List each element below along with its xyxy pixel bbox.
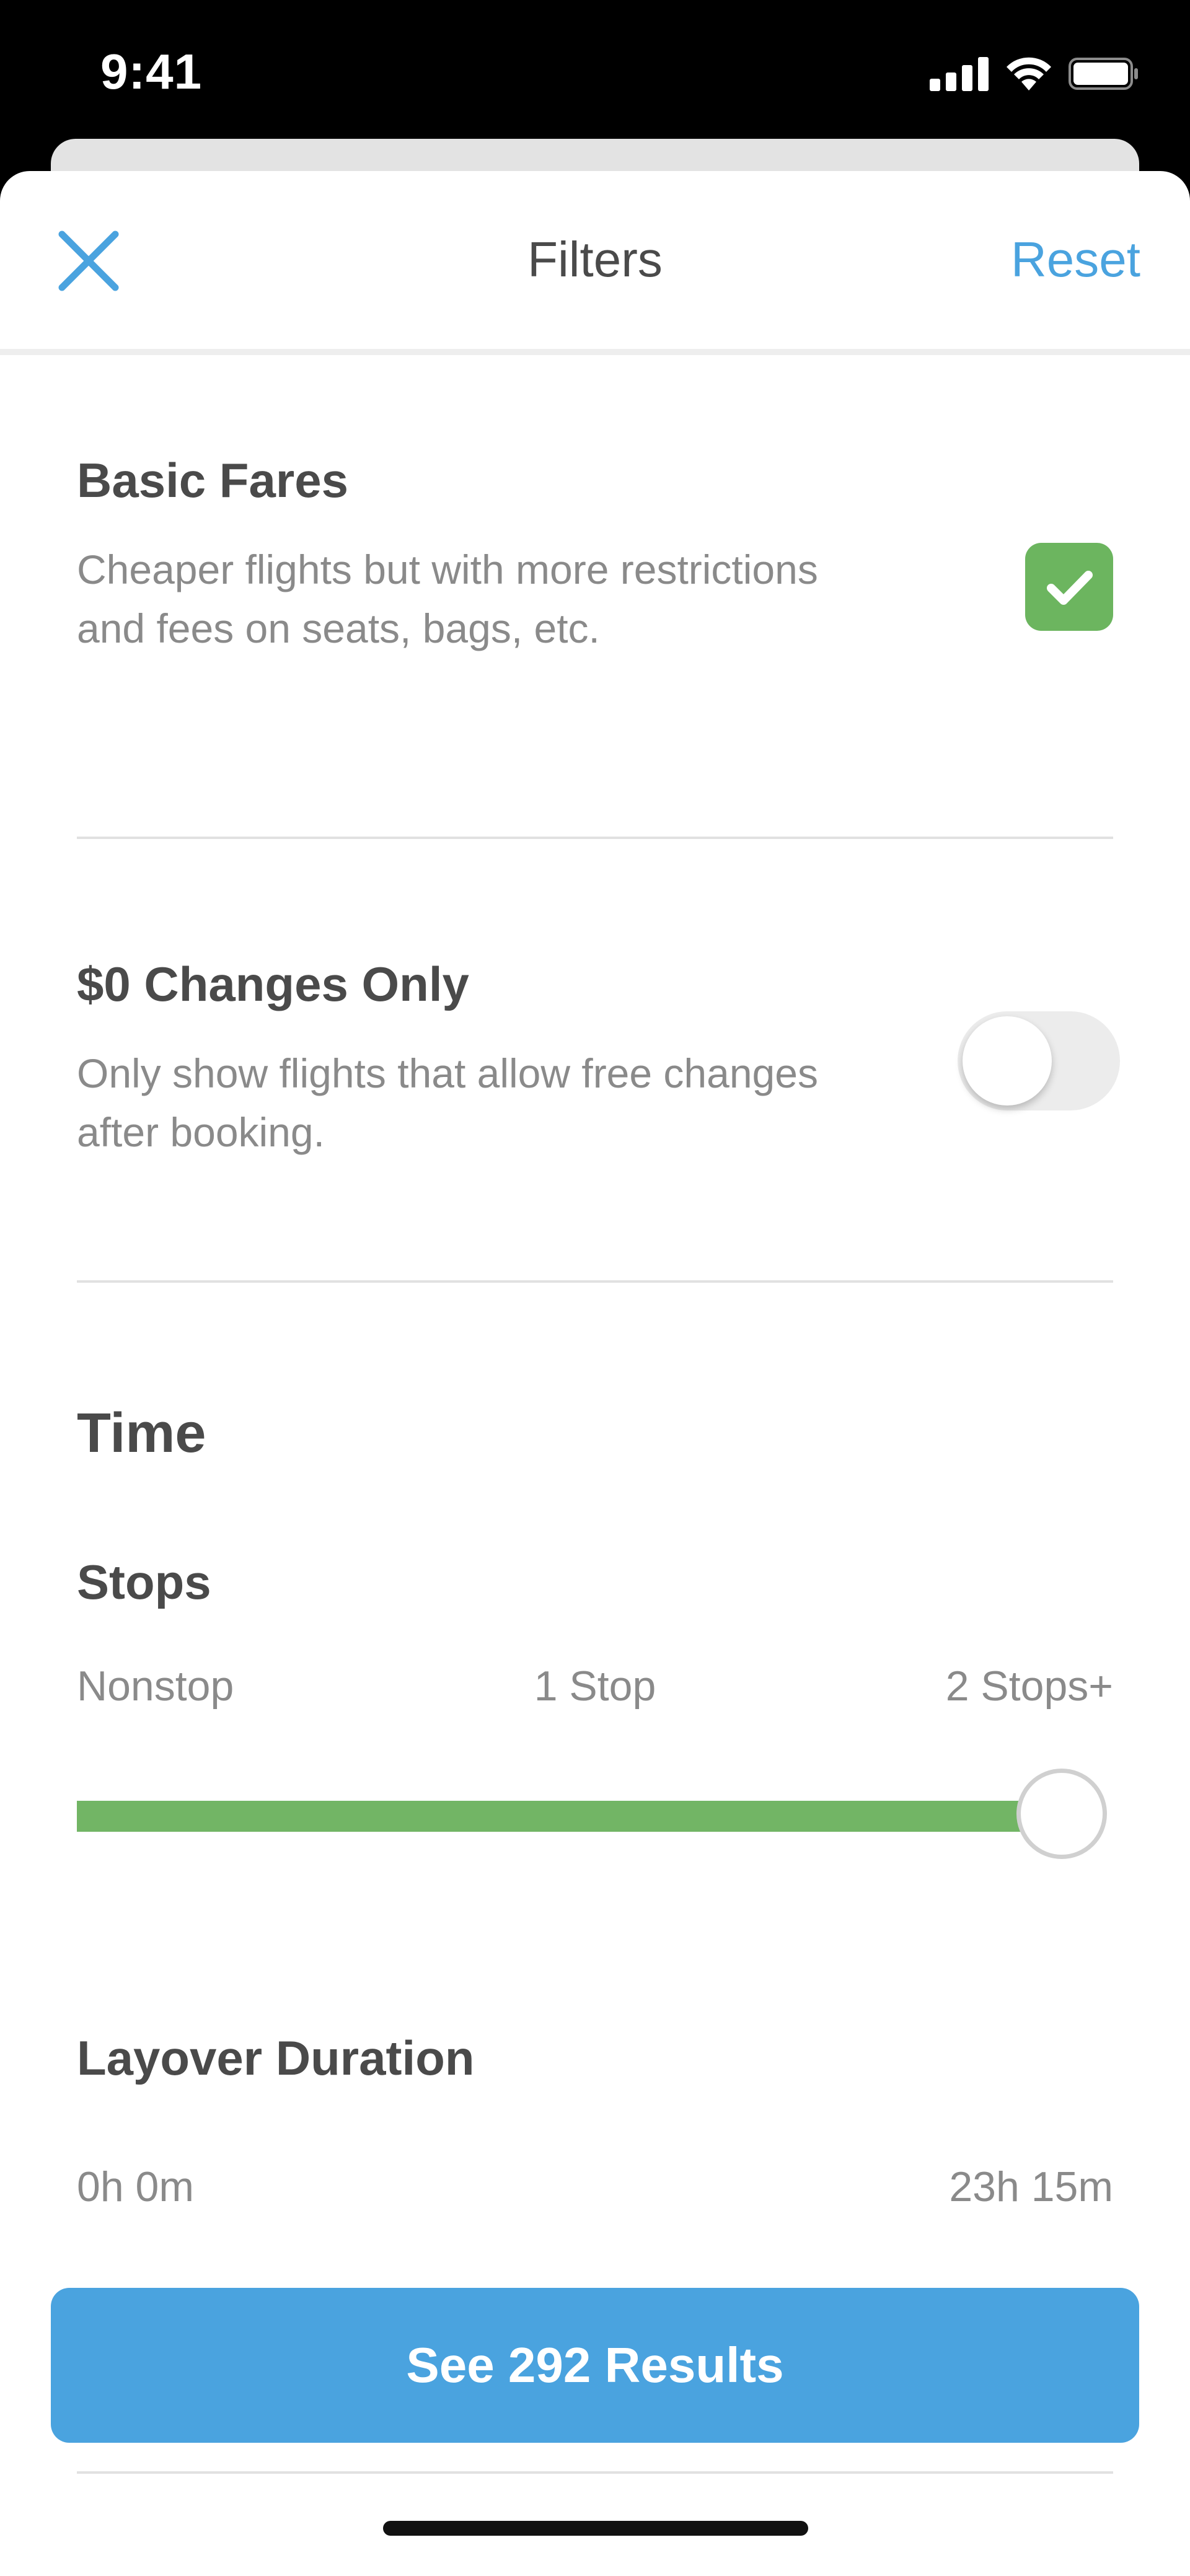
- zero-changes-toggle[interactable]: [958, 1011, 1120, 1110]
- reset-button[interactable]: Reset: [992, 231, 1140, 288]
- basic-fares-checkbox[interactable]: [1025, 543, 1113, 631]
- zero-changes-description: Only show flights that allow free change…: [77, 1050, 818, 1155]
- basic-fares-description: Cheaper flights but with more restrictio…: [77, 547, 818, 651]
- time-section-title: Time: [77, 1402, 206, 1464]
- stops-title: Stops: [77, 1555, 211, 1609]
- checkmark-icon: [1047, 571, 1093, 605]
- zero-changes-title: $0 Changes Only: [77, 957, 469, 1011]
- header-divider: [0, 349, 1190, 355]
- status-time: 9:41: [100, 44, 203, 99]
- stop-label-nonstop: Nonstop: [77, 1663, 234, 1710]
- toggle-knob: [963, 1016, 1052, 1106]
- layover-title: Layover Duration: [77, 2031, 475, 2085]
- section-divider: [77, 1280, 1113, 1283]
- layover-max-label: 23h 15m: [949, 2163, 1113, 2210]
- stop-label-two-plus: 2 Stops+: [945, 1663, 1113, 1710]
- header: Filters Reset: [0, 171, 1190, 351]
- layover-min-label: 0h 0m: [77, 2163, 194, 2210]
- stop-label-one: 1 Stop: [534, 1663, 656, 1710]
- filters-sheet: Filters Reset Basic Fares Cheaper flight…: [0, 171, 1190, 2576]
- section-divider: [77, 837, 1113, 839]
- basic-fares-title: Basic Fares: [77, 453, 348, 508]
- see-results-button[interactable]: See 292 Results: [51, 2288, 1139, 2443]
- stops-slider-track[interactable]: [77, 1801, 1062, 1832]
- stops-slider-handle[interactable]: [1016, 1769, 1107, 1859]
- bottom-divider: [77, 2471, 1113, 2474]
- status-bar: 9:41: [0, 0, 1190, 143]
- cellular-signal-icon: [930, 57, 989, 91]
- battery-icon: [1069, 58, 1138, 90]
- home-indicator: [383, 2521, 808, 2536]
- wifi-icon: [1007, 57, 1051, 90]
